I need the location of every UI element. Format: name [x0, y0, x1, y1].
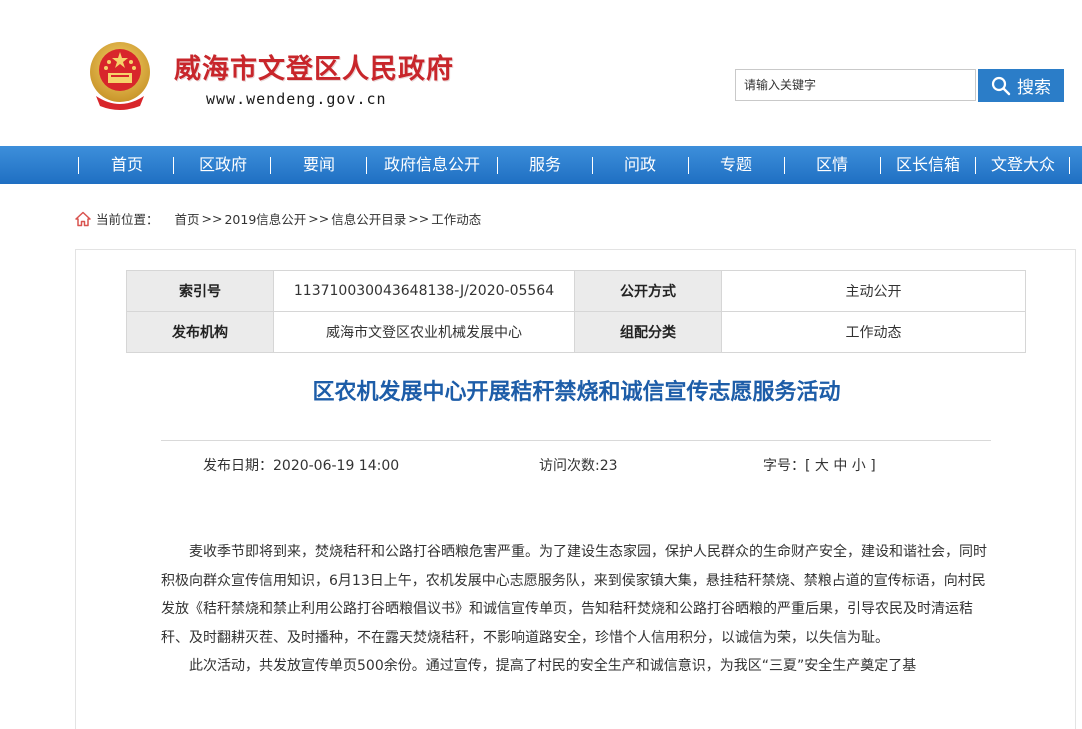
site-header: 威海市文登区人民政府 www.wendeng.gov.cn 搜索 — [0, 0, 1082, 146]
nav-separator — [688, 157, 689, 174]
open-method-label: 公开方式 — [574, 270, 722, 312]
nav-separator — [975, 157, 976, 174]
nav-separator — [592, 157, 593, 174]
main-nav: 首页 区政府 要闻 政府信息公开 服务 问政 专题 区情 区长信箱 文登大众 — [0, 146, 1082, 184]
publisher-value: 威海市文登区农业机械发展中心 — [273, 311, 575, 353]
breadcrumb-separator: >> — [201, 211, 223, 226]
site-url: www.wendeng.gov.cn — [206, 90, 387, 108]
metadata-row: 索引号 113710030043648138-J/2020-05564 公开方式… — [126, 270, 1026, 312]
breadcrumb-link-work-news[interactable]: 工作动态 — [431, 209, 481, 228]
index-number-value: 113710030043648138-J/2020-05564 — [273, 270, 575, 312]
home-icon — [75, 211, 91, 226]
nav-item-mailbox[interactable]: 区长信箱 — [882, 146, 974, 184]
nav-separator — [1069, 157, 1070, 174]
metadata-row: 发布机构 威海市文登区农业机械发展中心 组配分类 工作动态 — [126, 311, 1026, 353]
site-title: 威海市文登区人民政府 — [174, 54, 454, 85]
breadcrumb-link-2019-info[interactable]: 2019信息公开 — [224, 209, 306, 228]
search-icon — [991, 76, 1011, 95]
nav-item-wendeng-public[interactable]: 文登大众 — [977, 146, 1069, 184]
breadcrumb-label: 当前位置： — [96, 212, 159, 227]
visit-count: 访问次数:23 — [539, 458, 618, 474]
national-emblem-icon — [90, 42, 150, 110]
search-button-label: 搜索 — [1017, 78, 1051, 98]
title-divider — [161, 440, 991, 441]
nav-item-inquiry[interactable]: 问政 — [594, 146, 686, 184]
open-method-value: 主动公开 — [721, 270, 1026, 312]
nav-item-news[interactable]: 要闻 — [272, 146, 366, 184]
publisher-label: 发布机构 — [126, 311, 274, 353]
breadcrumb-separator: >> — [308, 211, 330, 226]
nav-item-home[interactable]: 首页 — [80, 146, 174, 184]
nav-item-district-profile[interactable]: 区情 — [786, 146, 878, 184]
nav-item-gov-info[interactable]: 政府信息公开 — [368, 146, 496, 184]
article-paragraph: 麦收季节即将到来，焚烧秸秆和公路打谷晒粮危害严重。为了建设生态家园，保护人民群众… — [161, 544, 987, 646]
article-paragraph: 此次活动，共发放宣传单页500余份。通过宣传，提高了村民的安全生产和诚信意识，为… — [189, 658, 917, 675]
breadcrumb-separator: >> — [408, 211, 430, 226]
nav-separator — [78, 157, 79, 174]
nav-item-topics[interactable]: 专题 — [690, 146, 782, 184]
metadata-table: 索引号 113710030043648138-J/2020-05564 公开方式… — [126, 270, 1026, 353]
nav-separator — [880, 157, 881, 174]
nav-separator — [366, 157, 367, 174]
category-value: 工作动态 — [721, 311, 1026, 353]
search-input[interactable] — [735, 69, 976, 101]
nav-separator — [784, 157, 785, 174]
index-number-label: 索引号 — [126, 270, 274, 312]
category-label: 组配分类 — [574, 311, 722, 353]
nav-separator — [270, 157, 271, 174]
article-container: 索引号 113710030043648138-J/2020-05564 公开方式… — [75, 249, 1076, 729]
nav-item-district-gov[interactable]: 区政府 — [175, 146, 271, 184]
nav-separator — [173, 157, 174, 174]
breadcrumb-link-home[interactable]: 首页 — [175, 209, 200, 228]
breadcrumb-link-catalog[interactable]: 信息公开目录 — [331, 209, 406, 228]
nav-separator — [497, 157, 498, 174]
breadcrumb: 当前位置： 首页 >> 2019信息公开 >> 信息公开目录 >> 工作动态 — [75, 209, 481, 228]
search-button[interactable]: 搜索 — [978, 69, 1064, 102]
article-title: 区农机发展中心开展秸秆禁烧和诚信宣传志愿服务活动 — [312, 380, 841, 405]
publish-date: 发布日期：2020-06-19 14:00 — [203, 458, 400, 474]
font-size-selector[interactable]: 字号：[ 大 中 小 ] — [763, 455, 876, 475]
article-body: 麦收季节即将到来，焚烧秸秆和公路打谷晒粮危害严重。为了建设生态家园，保护人民群众… — [161, 538, 991, 681]
nav-item-services[interactable]: 服务 — [499, 146, 591, 184]
